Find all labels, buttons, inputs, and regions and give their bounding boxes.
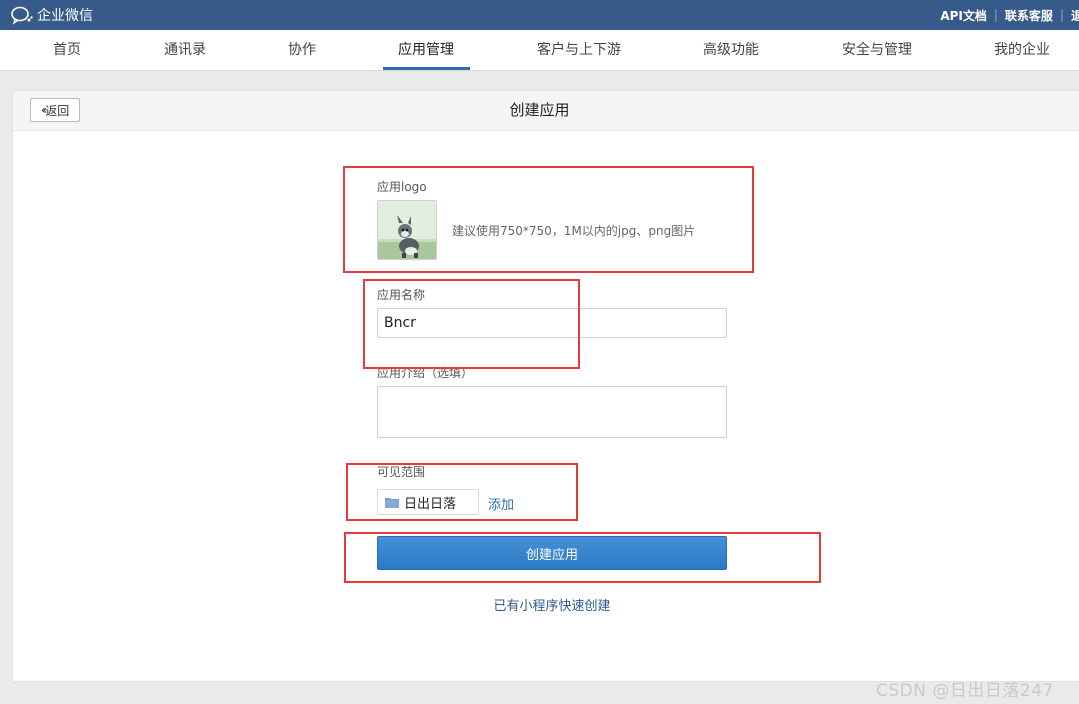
tab-collaboration[interactable]: 协作 [288,30,316,70]
tab-customers[interactable]: 客户与上下游 [537,30,621,70]
tab-home[interactable]: 首页 [53,30,81,70]
app-intro-textarea[interactable] [377,386,727,438]
watermark: CSDN @日出日落247 [876,681,1054,701]
divider: | [993,8,998,22]
contact-support-link[interactable]: 联系客服 [1005,7,1053,24]
top-bar: 企业微信 API文档 | 联系客服 | 退 [0,0,1079,30]
annotation-box-create [344,532,821,583]
mini-program-quick-create-link[interactable]: 已有小程序快速创建 [0,595,1079,614]
tab-security[interactable]: 安全与管理 [842,30,912,70]
brand[interactable]: 企业微信 [10,5,93,25]
annotation-box-name [363,279,580,369]
main-nav: 首页 通讯录 协作 应用管理 客户与上下游 高级功能 安全与管理 我的企业 [0,30,1079,71]
top-links: API文档 | 联系客服 | 退 [940,0,1079,30]
tab-contacts[interactable]: 通讯录 [164,30,206,70]
tab-app-management[interactable]: 应用管理 [398,30,454,70]
page-title: 创建应用 [509,101,570,119]
active-tab-indicator [383,67,470,70]
annotation-box-logo [343,166,754,273]
tab-advanced[interactable]: 高级功能 [703,30,759,70]
divider: | [1059,8,1064,22]
api-docs-link[interactable]: API文档 [940,7,987,24]
logout-link[interactable]: 退 [1071,7,1079,24]
wecom-logo-icon [11,6,33,25]
annotation-box-scope [346,463,578,521]
tab-my-enterprise[interactable]: 我的企业 [994,30,1050,70]
brand-name: 企业微信 [37,8,93,24]
